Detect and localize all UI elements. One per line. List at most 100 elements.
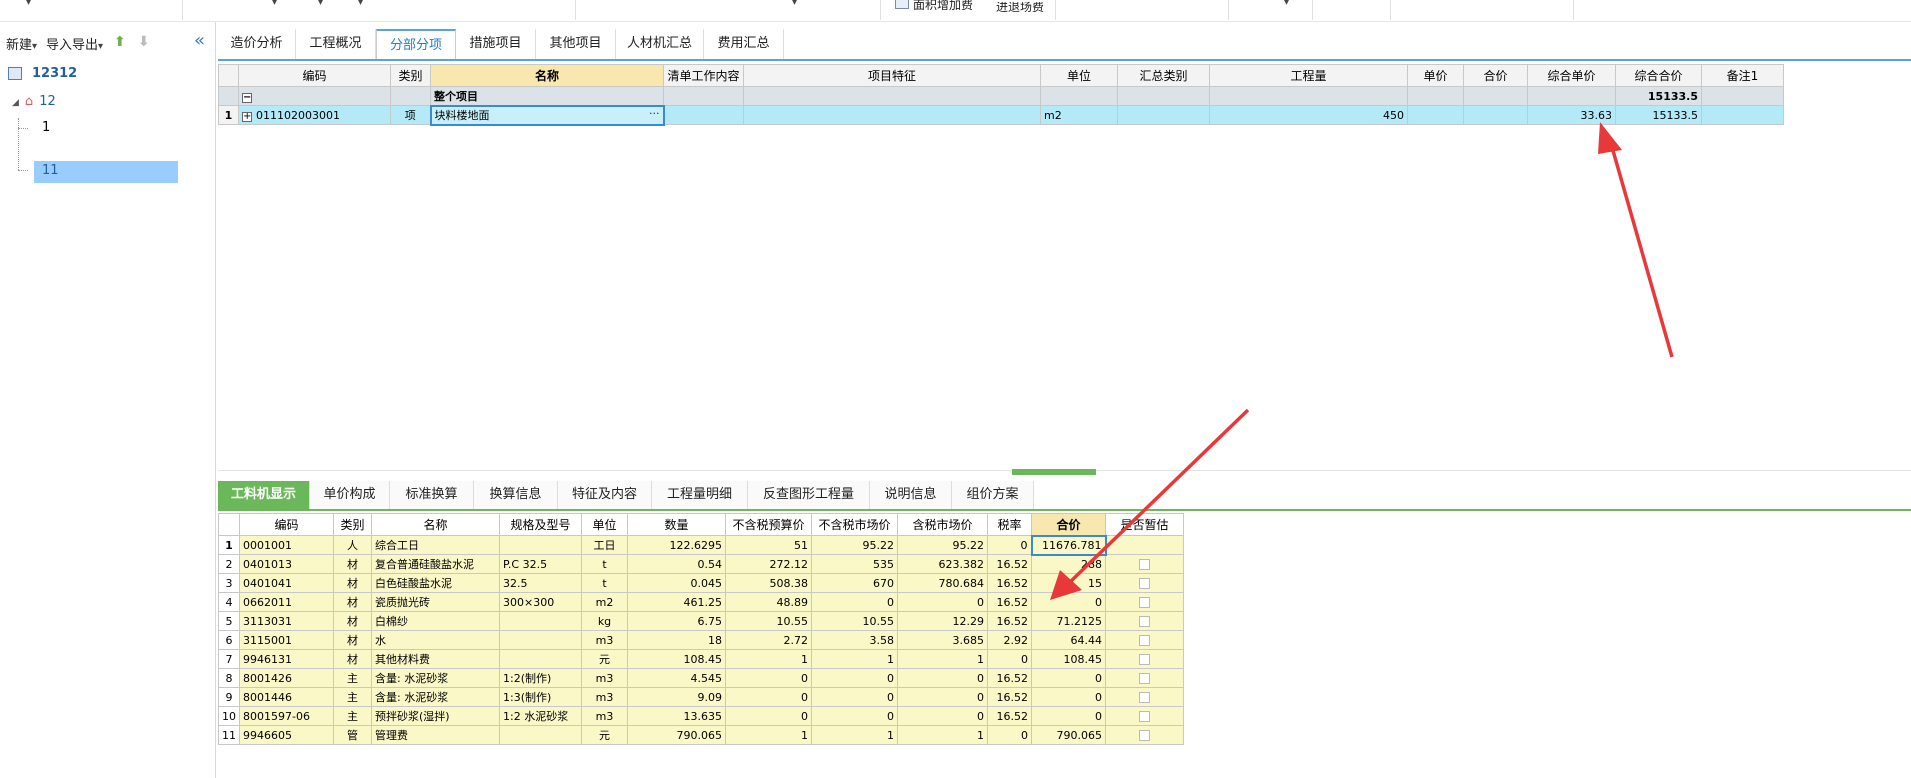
ellipsis-button[interactable]: ··· (649, 108, 660, 121)
spec-cell[interactable]: 1:2 水泥砂浆 (499, 706, 582, 726)
column-header[interactable]: 单价 (1407, 64, 1464, 87)
chevron-down-icon[interactable]: ▾ (358, 0, 363, 8)
qty-cell[interactable]: 0.54 (627, 554, 726, 574)
column-header[interactable]: 名称 (430, 64, 664, 87)
chevron-down-icon[interactable]: ▾ (792, 0, 797, 8)
column-header[interactable]: 不含税预算价 (725, 513, 812, 536)
type-cell[interactable]: 材 (333, 611, 372, 631)
p1-cell[interactable]: 1 (725, 725, 812, 745)
name-cell[interactable]: 白棉纱 (371, 611, 500, 631)
type-cell[interactable]: 材 (333, 649, 372, 669)
estimate-checkbox[interactable] (1139, 635, 1150, 646)
p2-cell[interactable]: 0 (811, 706, 898, 726)
table-cell[interactable] (663, 105, 744, 125)
name-cell[interactable]: 综合工日 (371, 535, 500, 555)
table-row[interactable]: 6 3115001 材水 m3 18 2.72 3.58 3.685 2.92 64.44 (218, 630, 1184, 650)
tab-sub-items[interactable]: 分部分项 (376, 29, 456, 59)
tree-leaf-11[interactable]: 11 (42, 163, 59, 178)
spec-cell[interactable] (499, 649, 582, 669)
estimate-checkbox[interactable] (1139, 711, 1150, 722)
p1-cell[interactable]: 0 (725, 706, 812, 726)
p3-cell[interactable]: 0 (897, 668, 988, 688)
group-name-cell[interactable]: 整个项目 (430, 86, 664, 106)
unit-cell[interactable]: m3 (581, 687, 628, 707)
tab-pricing-scheme[interactable]: 组价方案 (952, 481, 1034, 509)
chevron-down-icon[interactable]: ▾ (272, 0, 277, 8)
estimate-checkbox[interactable] (1139, 559, 1150, 570)
table-row[interactable]: 10 8001597-06 主预拌砂浆(湿拌) 1:2 水泥砂浆 m3 13.635 0 0 0… (218, 706, 1184, 726)
spec-cell[interactable]: 300×300 (499, 592, 582, 612)
column-header[interactable]: 不含税市场价 (811, 513, 898, 536)
column-header[interactable]: 规格及型号 (499, 513, 582, 536)
p2-cell[interactable]: 10.55 (811, 611, 898, 631)
spec-cell[interactable] (499, 611, 582, 631)
move-down-icon[interactable]: ⬇ (138, 34, 150, 50)
qty-cell[interactable]: 4.545 (627, 668, 726, 688)
spec-cell[interactable]: P.C 32.5 (499, 554, 582, 574)
tax-cell[interactable]: 16.52 (987, 668, 1032, 688)
composite-total-cell[interactable]: 15133.5 (1615, 105, 1702, 125)
total-cell[interactable]: 11676.781 (1030, 534, 1107, 556)
p2-cell[interactable]: 0 (811, 668, 898, 688)
tab-features-content[interactable]: 特征及内容 (558, 481, 652, 509)
table-row[interactable]: 8 8001426 主含量: 水泥砂浆 1:2(制作) m3 4.545 0 0 0 16.52 0 (218, 668, 1184, 688)
p2-cell[interactable]: 3.58 (811, 630, 898, 650)
type-cell[interactable]: 主 (333, 706, 372, 726)
column-header[interactable]: 单位 (581, 513, 628, 536)
column-header[interactable]: 单位 (1040, 64, 1118, 87)
spec-cell[interactable]: 1:3(制作) (499, 687, 582, 707)
type-cell[interactable]: 人 (333, 535, 372, 555)
collapse-panel-icon[interactable]: « (194, 30, 205, 51)
tax-cell[interactable]: 16.52 (987, 706, 1032, 726)
tab-fee-summary[interactable]: 费用汇总 (704, 29, 784, 59)
p3-cell[interactable]: 0 (897, 706, 988, 726)
column-header[interactable]: 数量 (627, 513, 726, 536)
type-cell[interactable]: 材 (333, 592, 372, 612)
name-cell[interactable]: 水 (371, 630, 500, 650)
tab-resource-display[interactable]: 工料机显示 (218, 481, 310, 509)
p2-cell[interactable]: 0 (811, 687, 898, 707)
tax-cell[interactable]: 16.52 (987, 554, 1032, 574)
spec-cell[interactable] (499, 630, 582, 650)
total-cell[interactable]: 790.065 (1031, 725, 1106, 745)
name-cell[interactable]: 管理费 (371, 725, 500, 745)
tax-cell[interactable]: 16.52 (987, 611, 1032, 631)
tree-leaf-1[interactable]: 1 (42, 120, 50, 135)
table-row[interactable]: 3 0401041 材白色硅酸盐水泥 32.5 t 0.045 508.38 670 780.6… (218, 573, 1184, 593)
unit-cell[interactable]: m2 (581, 592, 628, 612)
qty-cell[interactable]: 13.635 (627, 706, 726, 726)
spec-cell[interactable]: 1:2(制作) (499, 668, 582, 688)
type-cell[interactable]: 材 (333, 630, 372, 650)
p1-cell[interactable]: 0 (725, 687, 812, 707)
code-cell[interactable]: 0001001 (239, 535, 334, 555)
collapse-toggle-icon[interactable]: − (242, 92, 252, 103)
p1-cell[interactable]: 10.55 (725, 611, 812, 631)
expand-triangle-icon[interactable]: ◢ (12, 98, 19, 108)
qty-cell[interactable]: 122.6295 (627, 535, 726, 555)
qty-cell[interactable]: 0.045 (627, 573, 726, 593)
table-row[interactable]: 2 0401013 材复合普通硅酸盐水泥 P.C 32.5 t 0.54 272.12 535… (218, 554, 1184, 574)
p2-cell[interactable]: 670 (811, 573, 898, 593)
code-cell[interactable]: 8001426 (239, 668, 334, 688)
unit-cell[interactable]: 元 (581, 649, 628, 669)
table-cell[interactable] (1701, 105, 1784, 125)
spec-cell[interactable] (499, 725, 582, 745)
unit-cell[interactable]: t (581, 573, 628, 593)
code-cell[interactable]: +011102003001 (238, 105, 391, 125)
name-cell[interactable]: 其他材料费 (371, 649, 500, 669)
table-cell[interactable] (1407, 105, 1464, 125)
spec-cell[interactable] (499, 535, 582, 555)
code-cell[interactable]: 3113031 (239, 611, 334, 631)
group-row[interactable]: − 整个项目 15133.5 (218, 86, 1784, 106)
qty-cell[interactable]: 790.065 (627, 725, 726, 745)
tax-cell[interactable]: 2.92 (987, 630, 1032, 650)
column-header[interactable]: 名称 (371, 513, 500, 536)
type-cell[interactable]: 管 (333, 725, 372, 745)
code-cell[interactable]: 9946131 (239, 649, 334, 669)
estimate-checkbox[interactable] (1139, 654, 1150, 665)
move-up-icon[interactable]: ⬆ (114, 34, 126, 50)
name-cell[interactable]: 预拌砂浆(湿拌) (371, 706, 500, 726)
p2-cell[interactable]: 1 (811, 725, 898, 745)
unit-cell[interactable]: kg (581, 611, 628, 631)
entry-exit-fee-button[interactable]: 进退场费 (996, 2, 1044, 12)
